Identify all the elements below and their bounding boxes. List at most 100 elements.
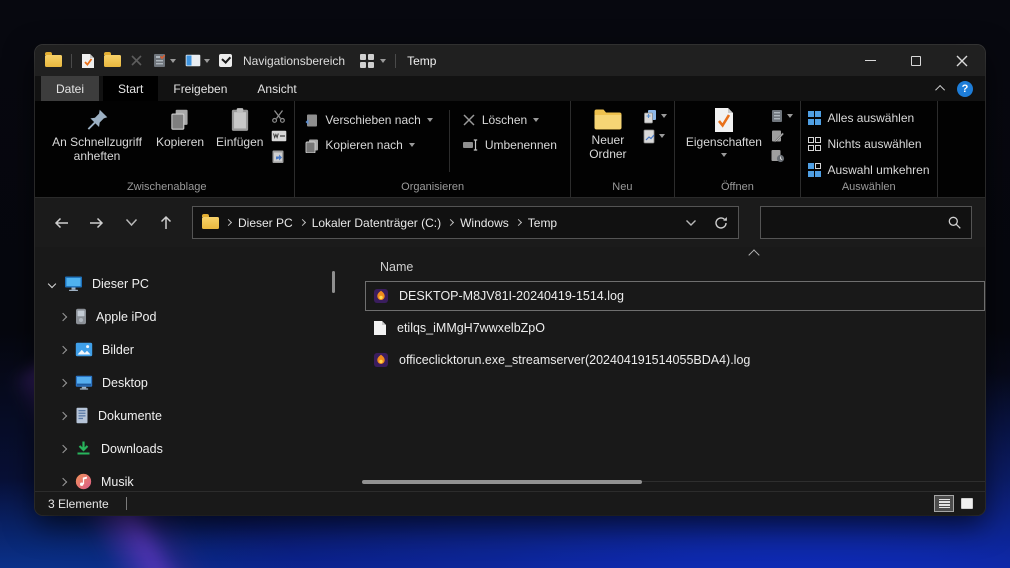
address-dropdown-icon[interactable] bbox=[685, 219, 697, 227]
ribbon: An Schnellzugriff anheften Kopieren Einf… bbox=[35, 101, 985, 197]
properties-qat-icon[interactable] bbox=[81, 53, 95, 69]
edit-button[interactable] bbox=[770, 128, 793, 144]
properties-button[interactable]: Eigenschaften bbox=[682, 106, 766, 158]
invert-selection-button[interactable]: Auswahl umkehren bbox=[807, 160, 930, 180]
up-button[interactable] bbox=[153, 210, 179, 236]
refresh-icon[interactable] bbox=[713, 215, 729, 231]
search-icon bbox=[948, 216, 961, 229]
search-input[interactable] bbox=[770, 215, 947, 230]
sidebar-item-label: Downloads bbox=[101, 441, 163, 456]
title-bar[interactable]: Navigationsbereich Temp bbox=[35, 45, 985, 76]
back-button[interactable] bbox=[48, 210, 74, 236]
navigation-pane: Dieser PC Apple iPod Bilder Desktop Doku… bbox=[35, 247, 335, 491]
close-icon bbox=[956, 55, 968, 66]
copy-path-button[interactable] bbox=[271, 128, 287, 144]
breadcrumb-drive-c[interactable]: Lokaler Datenträger (C:) bbox=[312, 216, 441, 230]
file-name: etilqs_iMMgH7wwxelbZpO bbox=[397, 321, 545, 335]
new-item-button[interactable] bbox=[642, 108, 667, 124]
status-separator bbox=[125, 497, 127, 510]
select-all-button[interactable]: Alles auswählen bbox=[807, 108, 914, 128]
chevron-right-icon[interactable] bbox=[58, 444, 68, 453]
search-box[interactable] bbox=[760, 206, 972, 239]
cut-button[interactable] bbox=[271, 108, 287, 124]
tab-datei[interactable]: Datei bbox=[41, 76, 100, 101]
paste-button[interactable]: Einfügen bbox=[212, 106, 267, 151]
horizontal-scrollbar-thumb[interactable] bbox=[362, 480, 642, 484]
copy-button[interactable]: Kopieren bbox=[152, 106, 208, 151]
chevron-down-icon[interactable] bbox=[47, 279, 57, 288]
copy-label: Kopieren bbox=[156, 135, 205, 149]
chevron-right-icon[interactable] bbox=[58, 345, 68, 354]
chevron-right-icon[interactable] bbox=[58, 312, 68, 321]
sidebar-item-desktop[interactable]: Desktop bbox=[35, 366, 335, 399]
details-view-button[interactable] bbox=[934, 495, 954, 512]
breadcrumb-windows[interactable]: Windows bbox=[460, 216, 509, 230]
tab-ansicht[interactable]: Ansicht bbox=[242, 76, 311, 101]
tab-start[interactable]: Start bbox=[103, 76, 159, 101]
sidebar-item-label: Musik bbox=[101, 474, 134, 489]
sidebar-item-label: Desktop bbox=[102, 375, 148, 390]
sidebar-item-musik[interactable]: Musik bbox=[35, 465, 335, 498]
paste-shortcut-button[interactable] bbox=[271, 148, 287, 164]
tab-freigeben[interactable]: Freigeben bbox=[158, 76, 242, 101]
easy-access-button[interactable] bbox=[642, 128, 667, 144]
chevron-down-icon bbox=[426, 118, 433, 122]
select-none-button[interactable]: Nichts auswählen bbox=[807, 134, 922, 154]
file-row[interactable]: etilqs_iMMgH7wwxelbZpO bbox=[365, 313, 985, 343]
collapse-ribbon-icon[interactable] bbox=[935, 84, 946, 95]
copy-to-button[interactable]: Kopieren nach bbox=[304, 135, 432, 155]
rename-button[interactable]: Umbenennen bbox=[462, 135, 557, 155]
address-bar[interactable]: Dieser PC Lokaler Datenträger (C:) Windo… bbox=[192, 206, 739, 239]
paste-label: Einfügen bbox=[216, 135, 264, 149]
chevron-right-icon[interactable] bbox=[58, 411, 68, 420]
select-all-icon bbox=[807, 111, 822, 125]
desktop-icon bbox=[75, 375, 93, 390]
recent-locations-button[interactable] bbox=[118, 210, 144, 236]
navigation-pane-checkbox[interactable] bbox=[219, 54, 232, 67]
column-header-name[interactable]: Name bbox=[335, 253, 985, 281]
open-button[interactable] bbox=[770, 108, 793, 124]
quick-access-toolbar: Navigationsbereich Temp bbox=[45, 51, 436, 69]
close-button[interactable] bbox=[939, 45, 985, 76]
view-options-qat-icon[interactable] bbox=[152, 53, 176, 69]
new-folder-qat-icon[interactable] bbox=[104, 51, 121, 67]
move-to-button[interactable]: Verschieben nach bbox=[304, 110, 433, 130]
breadcrumb-dieser-pc[interactable]: Dieser PC bbox=[238, 216, 293, 230]
ribbon-group-new: Neuer Ordner Neu bbox=[571, 101, 675, 197]
maximize-button[interactable] bbox=[893, 45, 939, 76]
history-button[interactable] bbox=[770, 148, 793, 164]
delete-qat-icon[interactable] bbox=[130, 54, 143, 67]
sidebar-item-apple-ipod[interactable]: Apple iPod bbox=[35, 300, 335, 333]
help-icon[interactable]: ? bbox=[957, 80, 973, 97]
folder-icon[interactable] bbox=[45, 51, 62, 67]
breadcrumb-temp[interactable]: Temp bbox=[528, 216, 557, 230]
scissors-icon bbox=[272, 109, 286, 123]
open-icon bbox=[771, 110, 782, 122]
delete-label: Löschen bbox=[481, 113, 528, 127]
sidebar-item-dokumente[interactable]: Dokumente bbox=[35, 399, 335, 432]
chevron-down-icon bbox=[408, 143, 415, 147]
computer-icon bbox=[65, 276, 82, 291]
chevron-right-icon[interactable] bbox=[58, 378, 68, 387]
sidebar-item-bilder[interactable]: Bilder bbox=[35, 333, 335, 366]
delete-button[interactable]: Löschen bbox=[462, 110, 557, 130]
pin-to-quick-access-button[interactable]: An Schnellzugriff anheften bbox=[46, 106, 148, 165]
file-row[interactable]: officeclicktorun.exe_streamserver(202404… bbox=[365, 345, 985, 375]
chevron-down-icon bbox=[533, 118, 540, 122]
layout-grid-qat-icon[interactable] bbox=[360, 53, 387, 69]
chevron-right-icon[interactable] bbox=[58, 477, 68, 486]
forward-button[interactable] bbox=[83, 210, 109, 236]
location-folder-icon bbox=[202, 213, 219, 229]
file-list: Name DESKTOP-M8JV81I-20240419-1514.log e… bbox=[335, 247, 985, 491]
move-to-label: Verschieben nach bbox=[325, 113, 421, 127]
preview-pane-qat-icon[interactable] bbox=[185, 53, 210, 69]
file-row[interactable]: DESKTOP-M8JV81I-20240419-1514.log bbox=[365, 281, 985, 311]
sidebar-item-downloads[interactable]: Downloads bbox=[35, 432, 335, 465]
sidebar-item-dieser-pc[interactable]: Dieser PC bbox=[35, 267, 335, 300]
thumbnail-view-button[interactable] bbox=[957, 495, 977, 512]
breadcrumb-chevron-icon bbox=[447, 218, 455, 227]
new-folder-button[interactable]: Neuer Ordner bbox=[578, 106, 638, 163]
ribbon-group-clipboard: An Schnellzugriff anheften Kopieren Einf… bbox=[39, 101, 296, 197]
minimize-button[interactable] bbox=[847, 45, 893, 76]
log-file-icon bbox=[374, 289, 388, 303]
